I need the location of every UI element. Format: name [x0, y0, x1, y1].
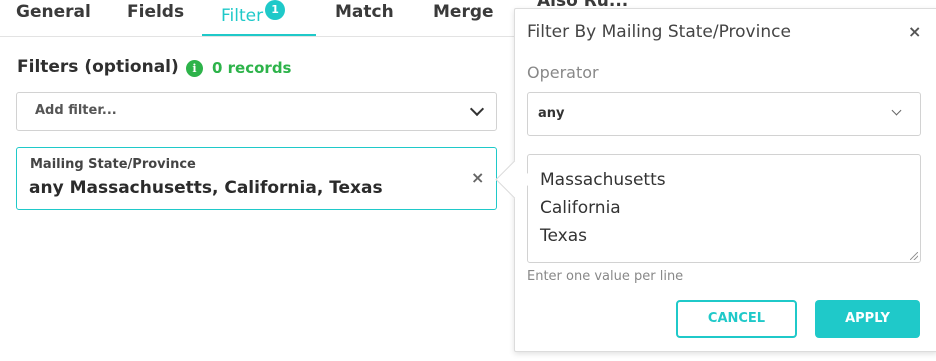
chevron-down-icon — [469, 101, 485, 117]
tab-general[interactable]: General — [16, 0, 91, 36]
tab-merge[interactable]: Merge — [433, 0, 494, 36]
values-textarea[interactable]: Massachusetts California Texas — [527, 154, 921, 263]
tab-filter-label: Filter — [221, 6, 264, 26]
value-line: Texas — [540, 226, 587, 246]
filter-popover: Filter By Mailing State/Province × Opera… — [514, 8, 936, 352]
operator-label: Operator — [527, 63, 599, 82]
filters-heading: Filters (optional) — [17, 57, 179, 77]
tab-match[interactable]: Match — [335, 0, 394, 36]
remove-filter-icon[interactable]: × — [471, 168, 484, 187]
add-filter-placeholder: Add filter... — [35, 103, 117, 118]
value-line: California — [540, 198, 621, 218]
values-hint: Enter one value per line — [527, 269, 684, 284]
record-count: 0 records — [212, 59, 292, 77]
cancel-button[interactable]: CANCEL — [676, 300, 797, 338]
operator-value: any — [538, 106, 565, 121]
active-tab-indicator — [202, 34, 316, 36]
add-filter-dropdown[interactable]: Add filter... — [16, 92, 497, 131]
resize-handle-icon[interactable] — [910, 252, 918, 260]
tab-fields[interactable]: Fields — [127, 0, 184, 36]
apply-button[interactable]: APPLY — [815, 300, 920, 338]
filter-count-badge: 1 — [265, 0, 286, 20]
chevron-down-icon — [891, 105, 902, 116]
filter-summary: any Massachusetts, California, Texas — [29, 178, 383, 198]
tab-filter[interactable]: Filter 1 — [221, 0, 286, 36]
value-line: Massachusetts — [540, 170, 666, 190]
info-icon[interactable]: i — [186, 60, 203, 77]
active-filter-card[interactable]: Mailing State/Province any Massachusetts… — [16, 147, 497, 210]
operator-select[interactable]: any — [527, 92, 921, 136]
close-icon[interactable]: × — [908, 22, 921, 41]
popover-title: Filter By Mailing State/Province — [527, 22, 791, 42]
filter-field-label: Mailing State/Province — [30, 157, 196, 172]
